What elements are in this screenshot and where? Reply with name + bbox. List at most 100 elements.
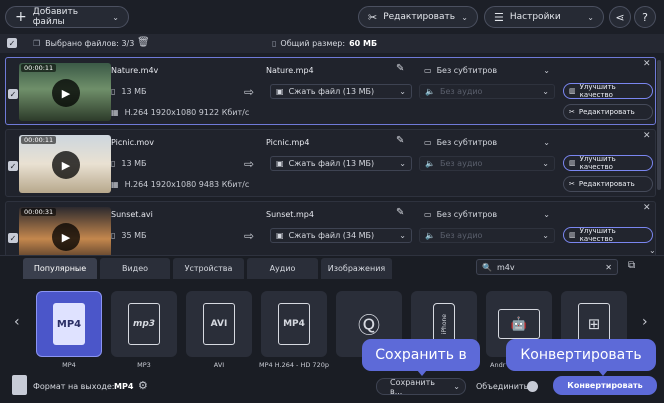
settings-menu-button[interactable]: ☰ Настройки ⌄ bbox=[484, 6, 604, 28]
help-button[interactable]: ? bbox=[634, 6, 656, 28]
chevron-down-icon: ⌄ bbox=[542, 231, 549, 240]
audio-select[interactable]: 🔈 Без аудио ⌄ bbox=[419, 156, 555, 171]
rename-pencil-icon[interactable]: ✎ bbox=[396, 207, 404, 218]
chevron-down-icon: ⌄ bbox=[587, 12, 594, 22]
mp4-file-icon: MP4 bbox=[53, 303, 85, 345]
compress-label: Сжать файл (34 МБ) bbox=[288, 231, 375, 240]
file-row[interactable]: ✓ 00:00:31 ▶ Sunset.avi ▯ 35 МБ ⇨ Sunset.… bbox=[5, 201, 656, 257]
enhance-icon: ▥ bbox=[569, 87, 576, 95]
file-size-value: 13 МБ bbox=[121, 159, 147, 168]
tab-popular[interactable]: Популярные bbox=[23, 258, 97, 279]
file-checkbox[interactable]: ✓ bbox=[8, 161, 18, 171]
settings-menu-label: Настройки bbox=[509, 12, 561, 22]
audio-icon: 🔈 bbox=[425, 231, 435, 240]
audio-select[interactable]: 🔈 Без аудио ⌄ bbox=[419, 228, 555, 243]
output-settings-gear-icon[interactable]: ⚙ bbox=[138, 379, 148, 392]
format-tile-mp3[interactable]: mp3 bbox=[111, 291, 177, 357]
chevron-down-icon: ⌄ bbox=[112, 12, 119, 22]
video-thumbnail[interactable]: 00:00:11 ▶ bbox=[19, 135, 111, 193]
merge-toggle[interactable] bbox=[527, 381, 538, 392]
play-icon: ▶ bbox=[61, 86, 71, 100]
share-button[interactable]: ⋖ bbox=[609, 6, 631, 28]
enhance-quality-button[interactable]: ▥ Улучшить качество bbox=[563, 83, 653, 99]
output-format-label: Формат на выходе: bbox=[33, 382, 115, 391]
delete-files-button[interactable]: 🗑 bbox=[137, 37, 150, 48]
convert-tooltip: Конвертировать bbox=[506, 339, 656, 371]
rename-pencil-icon[interactable]: ✎ bbox=[396, 63, 404, 74]
compress-select[interactable]: ▣ Сжать файл (13 МБ) ⌄ bbox=[270, 84, 412, 99]
play-button[interactable]: ▶ bbox=[52, 151, 80, 179]
format-tile-mp4[interactable]: MP4 bbox=[36, 291, 102, 357]
tools-icon: ✂ bbox=[368, 10, 378, 24]
collapse-panel-chevron-icon[interactable]: ⌄ bbox=[649, 246, 656, 255]
convert-tooltip-text: Конвертировать bbox=[520, 347, 642, 363]
enhance-label: Улучшить качество bbox=[579, 155, 616, 171]
format-label: MP4 bbox=[62, 361, 76, 369]
format-icon-text: AVI bbox=[210, 319, 228, 329]
audio-label: Без аудио bbox=[439, 231, 483, 240]
video-thumbnail[interactable]: 00:00:31 ▶ bbox=[19, 207, 111, 257]
file-row[interactable]: ✓ 00:00:11 ▶ Picnic.mov ▯ 13 МБ ▦ H.264 19… bbox=[5, 129, 656, 197]
add-files-button[interactable]: + Добавить файлы ⌄ bbox=[5, 6, 129, 28]
audio-select[interactable]: 🔈 Без аудио ⌄ bbox=[419, 84, 555, 99]
tab-images[interactable]: Изображения bbox=[321, 258, 392, 279]
convert-arrow-icon: ⇨ bbox=[244, 157, 255, 171]
source-codec-info: ▦ H.264 1920x1080 9122 Кбит/с bbox=[111, 108, 249, 117]
format-label: AVI bbox=[213, 361, 225, 369]
subtitles-select[interactable]: ▭ Без субтитров ⌄ bbox=[419, 135, 555, 150]
format-tile-mp4-hd[interactable]: MP4 bbox=[261, 291, 327, 357]
codec-value: H.264 1920x1080 9122 Кбит/с bbox=[124, 108, 250, 117]
play-button[interactable]: ▶ bbox=[52, 79, 80, 107]
search-icon: 🔍 bbox=[482, 262, 492, 272]
enhance-quality-button[interactable]: ▥ Улучшить качество bbox=[563, 155, 653, 171]
file-checkbox[interactable]: ✓ bbox=[8, 233, 18, 243]
close-icon[interactable]: ✕ bbox=[643, 131, 651, 141]
file-list-scrollbar[interactable] bbox=[657, 60, 661, 190]
file-size-value: 35 МБ bbox=[121, 231, 147, 240]
tab-audio[interactable]: Аудио bbox=[247, 258, 318, 279]
save-to-select[interactable]: Сохранить в... ⌄ bbox=[376, 378, 466, 396]
compress-select[interactable]: ▣ Сжать файл (34 МБ) ⌄ bbox=[270, 228, 412, 243]
video-thumbnail[interactable]: 00:00:11 ▶ bbox=[19, 63, 111, 121]
clear-search-icon[interactable]: ✕ bbox=[605, 263, 612, 272]
play-button[interactable]: ▶ bbox=[52, 223, 80, 251]
duration-badge: 00:00:11 bbox=[21, 136, 57, 144]
subtitles-label: Без субтитров bbox=[436, 66, 498, 75]
play-icon: ▶ bbox=[61, 158, 71, 172]
chevron-down-icon: ⌄ bbox=[453, 382, 460, 391]
chevron-down-icon: ⌄ bbox=[543, 66, 550, 75]
rename-pencil-icon[interactable]: ✎ bbox=[396, 135, 404, 146]
select-all-checkbox[interactable]: ✓ bbox=[7, 38, 17, 48]
format-tile-avi[interactable]: AVI bbox=[186, 291, 252, 357]
file-checkbox[interactable]: ✓ bbox=[8, 89, 18, 99]
chevron-down-icon: ⌄ bbox=[399, 87, 406, 96]
format-search-value: m4v bbox=[496, 262, 515, 272]
file-row[interactable]: ✓ 00:00:11 ▶ Nature.m4v ▯ 13 МБ ▦ H.264 19… bbox=[5, 57, 656, 125]
compress-label: Сжать файл (13 МБ) bbox=[288, 159, 375, 168]
enhance-quality-button[interactable]: ▥ Улучшить качество bbox=[563, 227, 653, 243]
edit-file-label: Редактировать bbox=[578, 108, 635, 116]
edit-file-button[interactable]: ✂ Редактировать bbox=[563, 176, 653, 192]
tab-devices[interactable]: Устройства bbox=[173, 258, 244, 279]
tab-video[interactable]: Видео bbox=[100, 258, 170, 279]
edit-menu-button[interactable]: ✂ Редактировать ⌄ bbox=[358, 6, 478, 28]
file-icon: ▯ bbox=[111, 159, 116, 168]
convert-button[interactable]: Конвертировать bbox=[553, 376, 657, 395]
subtitles-select[interactable]: ▭ Без субтитров ⌄ bbox=[419, 63, 555, 78]
compress-icon: ▣ bbox=[276, 231, 284, 240]
carousel-next-icon[interactable]: › bbox=[642, 314, 648, 330]
edit-file-button[interactable]: ✂ Редактировать bbox=[563, 104, 653, 120]
format-search-field[interactable]: 🔍 m4v ✕ bbox=[476, 259, 618, 275]
audio-label: Без аудио bbox=[439, 87, 483, 96]
subtitles-select[interactable]: ▭ Без субтитров ⌄ bbox=[419, 207, 555, 222]
compress-select[interactable]: ▣ Сжать файл (13 МБ) ⌄ bbox=[270, 156, 412, 171]
duration-badge: 00:00:11 bbox=[21, 64, 57, 72]
close-icon[interactable]: ✕ bbox=[643, 59, 651, 69]
carousel-prev-icon[interactable]: ‹ bbox=[14, 314, 20, 330]
compress-icon: ▣ bbox=[276, 87, 284, 96]
android-tablet-icon: 🤖 bbox=[498, 309, 540, 339]
share-icon: ⋖ bbox=[615, 10, 625, 24]
plus-icon: + bbox=[15, 9, 27, 25]
close-icon[interactable]: ✕ bbox=[643, 203, 651, 213]
format-settings-icon[interactable]: ⧉ bbox=[628, 260, 635, 271]
